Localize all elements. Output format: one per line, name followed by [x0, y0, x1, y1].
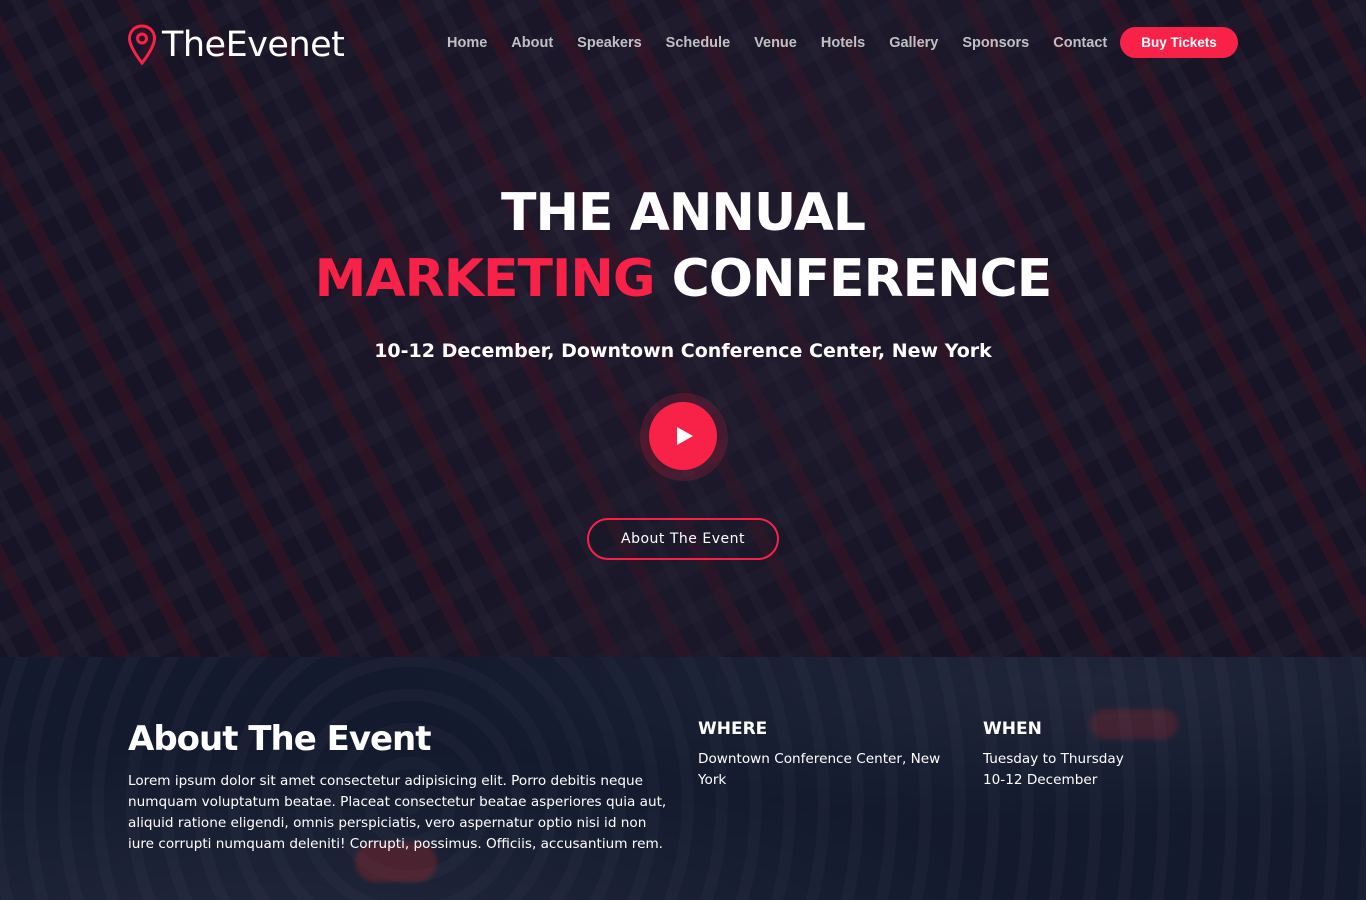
site-logo[interactable]: TheEvenet [127, 24, 345, 66]
when-line: Tuesday to Thursday [983, 751, 1124, 767]
nav-home[interactable]: Home [435, 32, 499, 54]
where-value: Downtown Conference Center, New York [698, 749, 948, 791]
about-event-button[interactable]: About The Event [587, 518, 779, 560]
nav-hotels[interactable]: Hotels [809, 32, 877, 54]
nav-gallery[interactable]: Gallery [877, 32, 950, 54]
about-section: About The Event Lorem ipsum dolor sit am… [0, 657, 1366, 900]
hero-title-line1: THE ANNUAL [501, 183, 866, 243]
nav-speakers[interactable]: Speakers [565, 32, 654, 54]
about-background-decor [1090, 709, 1178, 739]
when-value: Tuesday to Thursday 10-12 December [983, 749, 1233, 791]
main-nav: Home About Speakers Schedule Venue Hotel… [435, 32, 1119, 54]
when-line: 10-12 December [983, 772, 1098, 788]
map-pin-icon [127, 24, 157, 66]
buy-tickets-button[interactable]: Buy Tickets [1120, 27, 1238, 58]
logo-text: TheEvenet [162, 25, 345, 65]
nav-schedule[interactable]: Schedule [654, 32, 742, 54]
nav-venue[interactable]: Venue [742, 32, 809, 54]
when-label: WHEN [983, 719, 1042, 739]
hero-title-accent: MARKETING [314, 249, 656, 309]
where-line: Downtown Conference Center, New [698, 751, 941, 767]
hero-title-rest: CONFERENCE [654, 249, 1053, 309]
where-label: WHERE [698, 719, 768, 739]
play-video-button[interactable] [649, 402, 717, 470]
nav-about[interactable]: About [499, 32, 565, 54]
play-icon [677, 427, 693, 445]
about-heading: About The Event [128, 719, 432, 759]
hero-subtitle: 10-12 December, Downtown Conference Cent… [374, 340, 992, 362]
hero-title-line2: MARKETING CONFERENCE [0, 246, 1366, 312]
nav-sponsors[interactable]: Sponsors [950, 32, 1041, 54]
about-description: Lorem ipsum dolor sit amet consectetur a… [128, 773, 667, 852]
where-line: York [698, 772, 727, 788]
site-header: TheEvenet Home About Speakers Schedule V… [0, 0, 1366, 90]
nav-contact[interactable]: Contact [1041, 32, 1119, 54]
